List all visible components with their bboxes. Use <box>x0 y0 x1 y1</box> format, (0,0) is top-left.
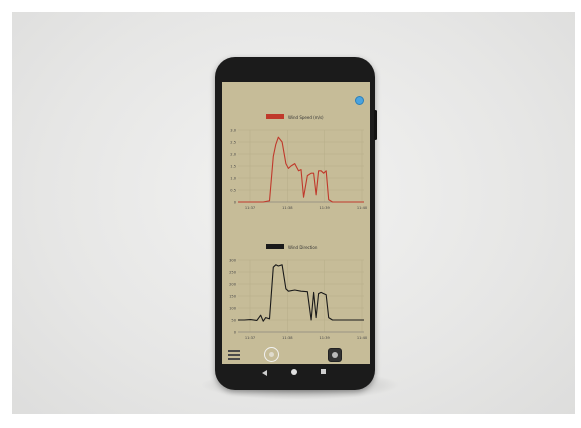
y-tick-label: 0 <box>234 201 237 205</box>
y-tick-label: 50 <box>231 319 236 323</box>
y-tick-label: 1.0 <box>230 177 236 181</box>
x-tick-label: 11:39 <box>319 206 330 210</box>
photo-border-right <box>575 0 581 428</box>
y-tick-label: 3.0 <box>230 129 236 133</box>
legend-label: Wind Direction <box>288 245 318 250</box>
photo-border-left <box>0 0 12 428</box>
x-tick-label: 11:40 <box>357 206 368 210</box>
y-tick-label: 150 <box>229 295 237 299</box>
nav-back-icon[interactable] <box>262 370 267 376</box>
y-tick-label: 0 <box>234 331 237 335</box>
y-tick-label: 300 <box>229 259 237 263</box>
x-tick-label: 11:38 <box>282 206 293 210</box>
y-tick-label: 100 <box>229 307 237 311</box>
x-tick-label: 11:37 <box>245 206 255 210</box>
legend-swatch <box>266 244 284 249</box>
menu-icon[interactable] <box>228 350 240 360</box>
x-tick-label: 11:38 <box>282 336 293 340</box>
phone-top-bezel <box>222 66 370 82</box>
phone-side-button <box>374 110 377 140</box>
y-tick-label: 250 <box>229 271 237 275</box>
app-bottom-toolbar <box>222 342 370 364</box>
y-tick-label: 0.5 <box>230 189 236 193</box>
wind-speed-chart: Wind Speed (m/s) 0 0.5 1.0 1.5 2.0 2.5 3.0 11:37… <box>230 114 368 210</box>
record-button-icon[interactable] <box>264 347 279 362</box>
nav-home-icon[interactable] <box>291 369 297 375</box>
app-screen: Wind Speed (m/s) 0 0.5 1.0 1.5 2.0 2.5 3.0 11:37… <box>222 82 370 364</box>
camera-icon[interactable] <box>328 348 342 362</box>
series-line <box>238 264 364 322</box>
series-line <box>238 136 364 203</box>
photo-border-bottom <box>0 414 581 428</box>
nav-recent-icon[interactable] <box>321 369 326 374</box>
legend-swatch <box>266 114 284 119</box>
x-tick-label: 11:39 <box>319 336 330 340</box>
x-tick-label: 11:40 <box>357 336 368 340</box>
y-tick-label: 1.5 <box>230 165 236 169</box>
y-tick-label: 2.0 <box>230 153 236 157</box>
x-tick-label: 11:37 <box>245 336 255 340</box>
photo-border-top <box>0 0 581 12</box>
y-tick-label: 2.5 <box>230 141 236 145</box>
y-tick-label: 200 <box>229 283 237 287</box>
status-indicator-icon[interactable] <box>355 96 364 105</box>
legend-label: Wind Speed (m/s) <box>288 115 324 120</box>
